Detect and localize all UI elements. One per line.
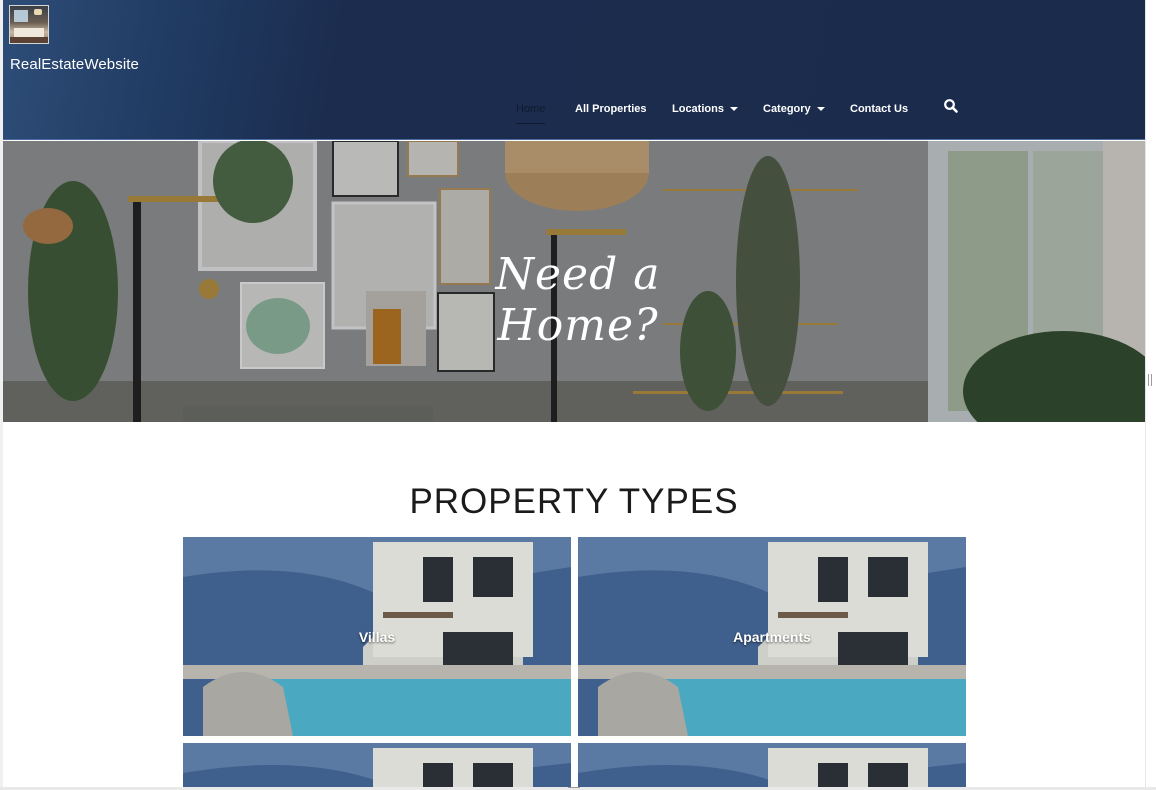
nav-item-contact-us[interactable]: Contact Us bbox=[850, 96, 908, 124]
nav-item-locations[interactable]: Locations bbox=[672, 96, 738, 124]
property-card[interactable] bbox=[183, 743, 571, 787]
hero-banner: Need a Home? bbox=[3, 141, 1145, 422]
bottom-resize-handle[interactable] bbox=[568, 787, 580, 789]
window-right-edge bbox=[1145, 0, 1156, 790]
logo-bed bbox=[14, 28, 44, 37]
property-card-apartments[interactable]: Apartments bbox=[578, 537, 966, 736]
nav-item-category[interactable]: Category bbox=[763, 96, 825, 124]
search-icon[interactable] bbox=[943, 98, 959, 114]
property-card-image bbox=[578, 743, 966, 787]
property-card-label: Apartments bbox=[733, 629, 811, 645]
property-card-image bbox=[183, 743, 571, 787]
chevron-down-icon bbox=[816, 107, 825, 112]
nav-item-locations-label: Locations bbox=[672, 103, 724, 115]
property-card-villas[interactable]: Villas bbox=[183, 537, 571, 736]
site-title[interactable]: RealEstateWebsite bbox=[10, 56, 139, 73]
nav-item-home[interactable]: Home bbox=[516, 96, 546, 124]
nav-item-category-label: Category bbox=[763, 103, 811, 115]
section-title-property-types: PROPERTY TYPES bbox=[409, 482, 739, 521]
site-header: RealEstateWebsite Home All Properties Lo… bbox=[3, 0, 1145, 140]
property-card[interactable] bbox=[578, 743, 966, 787]
page: RealEstateWebsite Home All Properties Lo… bbox=[3, 0, 1145, 787]
hero-heading: Need a Home? bbox=[495, 249, 661, 351]
property-card-label: Villas bbox=[358, 629, 396, 645]
logo-rug bbox=[10, 37, 48, 43]
nav-item-all-properties[interactable]: All Properties bbox=[575, 96, 647, 124]
logo-lamp bbox=[34, 9, 42, 15]
logo-window bbox=[14, 10, 28, 22]
resize-handle[interactable] bbox=[1148, 374, 1152, 386]
site-logo[interactable] bbox=[9, 5, 49, 44]
chevron-down-icon bbox=[729, 107, 738, 112]
